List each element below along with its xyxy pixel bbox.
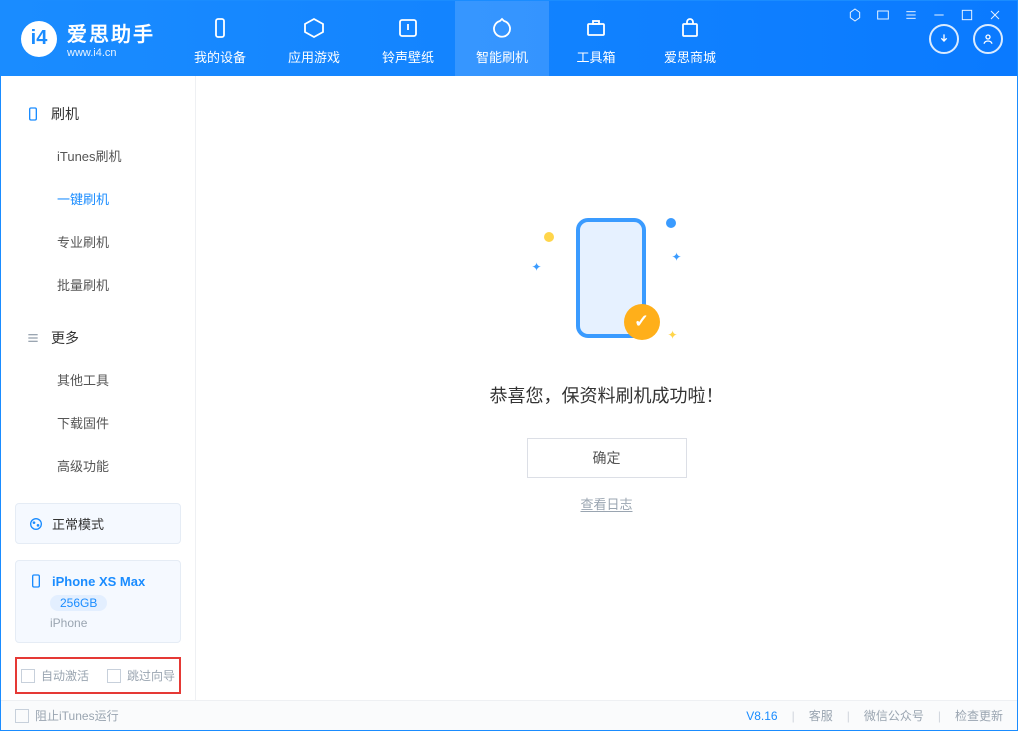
win-minimize-icon[interactable] (931, 7, 947, 23)
sidebar-group-more: 更多 (1, 318, 195, 358)
nav-wallpaper[interactable]: 铃声壁纸 (361, 1, 455, 76)
logo[interactable]: i4 爱思助手 www.i4.cn (1, 18, 173, 59)
nav-label: 工具箱 (576, 47, 615, 66)
shop-icon (677, 15, 703, 41)
nav-label: 我的设备 (194, 47, 246, 66)
footer-label: 阻止iTunes运行 (35, 707, 119, 724)
phone-small-icon (25, 106, 41, 122)
win-close-icon[interactable] (987, 7, 1003, 23)
music-icon (395, 15, 421, 41)
device-icon (207, 15, 233, 41)
highlighted-options: 自动激活 跳过向导 (15, 657, 181, 694)
user-button[interactable] (973, 24, 1003, 54)
main-content: ✦ ✦ ✦ ✓ 恭喜您，保资料刷机成功啦！ 确定 查看日志 (196, 76, 1017, 700)
logo-icon: i4 (21, 21, 57, 57)
app-subtitle: www.i4.cn (67, 47, 155, 59)
sidebar-item-advanced[interactable]: 高级功能 (1, 444, 195, 487)
success-check-icon: ✓ (624, 304, 660, 340)
nav-label: 爱思商城 (664, 47, 716, 66)
footer: 阻止iTunes运行 V8.16 | 客服 | 微信公众号 | 检查更新 (1, 700, 1017, 730)
nav-label: 应用游戏 (288, 47, 340, 66)
device-name: iPhone XS Max (52, 574, 145, 589)
wechat-link[interactable]: 微信公众号 (864, 707, 924, 724)
device-type: iPhone (50, 616, 168, 630)
nav-label: 铃声壁纸 (382, 47, 434, 66)
flash-icon (489, 15, 515, 41)
apps-icon (301, 15, 327, 41)
nav-apps[interactable]: 应用游戏 (267, 1, 361, 76)
update-link[interactable]: 检查更新 (955, 707, 1003, 724)
block-itunes-checkbox[interactable]: 阻止iTunes运行 (15, 707, 119, 724)
device-small-icon (28, 573, 44, 589)
success-message: 恭喜您，保资料刷机成功啦！ (490, 382, 724, 408)
nav-toolbox[interactable]: 工具箱 (549, 1, 643, 76)
nav-my-device[interactable]: 我的设备 (173, 1, 267, 76)
success-illustration: ✦ ✦ ✦ ✓ (532, 204, 682, 354)
win-menu-icon[interactable] (903, 7, 919, 23)
sidebar-group-title: 更多 (51, 328, 79, 348)
version-label: V8.16 (746, 709, 777, 723)
toolbox-icon (583, 15, 609, 41)
sidebar-item-onekey-flash[interactable]: 一键刷机 (1, 177, 195, 220)
sidebar-item-pro-flash[interactable]: 专业刷机 (1, 220, 195, 263)
mode-icon (28, 516, 44, 532)
nav-label: 智能刷机 (476, 47, 528, 66)
mode-label: 正常模式 (52, 514, 104, 533)
sidebar-item-download-fw[interactable]: 下载固件 (1, 401, 195, 444)
sidebar-item-itunes-flash[interactable]: iTunes刷机 (1, 134, 195, 177)
sidebar-item-other-tools[interactable]: 其他工具 (1, 358, 195, 401)
main-nav: 我的设备 应用游戏 铃声壁纸 智能刷机 工具箱 爱思商城 (173, 1, 737, 76)
option-label: 跳过向导 (127, 667, 175, 684)
win-settings-icon[interactable] (847, 7, 863, 23)
win-folder-icon[interactable] (875, 7, 891, 23)
nav-flash[interactable]: 智能刷机 (455, 1, 549, 76)
more-icon (25, 330, 41, 346)
nav-shop[interactable]: 爱思商城 (643, 1, 737, 76)
ok-button[interactable]: 确定 (527, 438, 687, 478)
win-maximize-icon[interactable] (959, 7, 975, 23)
sidebar-item-batch-flash[interactable]: 批量刷机 (1, 263, 195, 306)
app-title: 爱思助手 (67, 18, 155, 47)
sidebar-group-title: 刷机 (51, 104, 79, 124)
download-button[interactable] (929, 24, 959, 54)
support-link[interactable]: 客服 (809, 707, 833, 724)
option-label: 自动激活 (41, 667, 89, 684)
view-log-link[interactable]: 查看日志 (580, 494, 632, 513)
device-card[interactable]: iPhone XS Max 256GB iPhone (15, 560, 181, 643)
auto-activate-checkbox[interactable]: 自动激活 (21, 667, 89, 684)
device-capacity: 256GB (50, 595, 107, 611)
mode-card[interactable]: 正常模式 (15, 503, 181, 544)
sidebar: 刷机 iTunes刷机 一键刷机 专业刷机 批量刷机 更多 其他工具 下载固件 … (1, 76, 196, 700)
sidebar-group-flash: 刷机 (1, 94, 195, 134)
skip-wizard-checkbox[interactable]: 跳过向导 (107, 667, 175, 684)
